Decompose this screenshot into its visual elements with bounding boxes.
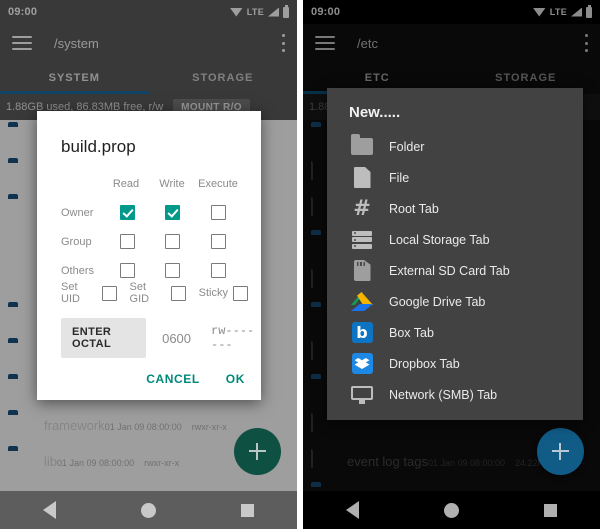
menu-item-google-drive-tab[interactable]: Google Drive Tab — [327, 286, 583, 317]
permission-row-owner: Owner — [61, 198, 241, 227]
checkbox-set-uid[interactable] — [102, 285, 117, 301]
home-icon[interactable] — [140, 502, 156, 518]
set-uid-label: Set UID — [61, 281, 80, 305]
set-gid-group: Set GID — [130, 281, 191, 305]
menu-item-dropbox-tab[interactable]: Dropbox Tab — [327, 348, 583, 379]
menu-item-label: Folder — [389, 139, 425, 154]
file-icon — [349, 166, 375, 190]
network-smb-icon — [349, 383, 375, 407]
recents-icon[interactable] — [241, 503, 255, 517]
menu-item-local-storage-tab[interactable]: Local Storage Tab — [327, 224, 583, 255]
checkbox-owner-execute[interactable] — [210, 205, 226, 220]
row-label-others: Others — [61, 264, 95, 277]
column-header-write: Write — [159, 177, 185, 190]
nav-bar — [0, 491, 297, 529]
new-menu-title: New..... — [349, 104, 401, 121]
menu-item-external-sd-card-tab[interactable]: External SD Card Tab — [327, 255, 583, 286]
left-phone-panel: 09:00 LTE /system SYSTEM STORAGE 1.88GB … — [0, 0, 297, 529]
dialog-title: build.prop — [61, 137, 136, 156]
nav-bar — [303, 491, 600, 529]
screenshot-stage: 09:00 LTE /system SYSTEM STORAGE 1.88GB … — [0, 0, 600, 529]
menu-item-label: Local Storage Tab — [389, 232, 490, 247]
new-menu: New..... Folder File # Root Tab Local St… — [327, 88, 583, 420]
add-fab[interactable] — [234, 428, 281, 475]
symbolic-value: rw------- — [211, 324, 255, 352]
checkbox-owner-write[interactable] — [165, 205, 181, 220]
column-header-execute: Execute — [198, 177, 238, 190]
hash-icon: # — [353, 196, 371, 220]
menu-item-label: Dropbox Tab — [389, 356, 460, 371]
plus-icon — [249, 443, 266, 460]
storage-icon — [349, 228, 375, 252]
box-icon: b — [349, 321, 375, 345]
menu-item-network-smb-tab[interactable]: Network (SMB) Tab — [327, 379, 583, 410]
recents-icon[interactable] — [544, 503, 558, 517]
menu-item-label: File — [389, 170, 410, 185]
special-bits-row: Set UID Set GID Sticky — [61, 281, 261, 305]
sticky-label: Sticky — [198, 287, 228, 299]
ok-button[interactable]: OK — [226, 372, 245, 386]
plus-icon — [552, 443, 569, 460]
menu-item-file[interactable]: File — [327, 162, 583, 193]
cancel-button[interactable]: CANCEL — [146, 372, 200, 386]
permission-grid: Read Write Execute Owner Group Others — [61, 169, 241, 285]
menu-item-box-tab[interactable]: b Box Tab — [327, 317, 583, 348]
menu-item-label: External SD Card Tab — [389, 263, 510, 278]
octal-value: 0600 — [162, 330, 192, 346]
column-header-read: Read — [112, 177, 140, 190]
checkbox-set-gid[interactable] — [171, 285, 186, 301]
add-fab[interactable] — [537, 428, 584, 475]
set-uid-group: Set UID — [61, 281, 122, 305]
menu-item-root-tab[interactable]: # Root Tab — [327, 193, 583, 224]
set-gid-label: Set GID — [129, 281, 150, 305]
checkbox-group-read[interactable] — [119, 234, 135, 249]
menu-item-folder[interactable]: Folder — [327, 131, 583, 162]
back-icon[interactable] — [345, 501, 359, 519]
sd-card-icon — [349, 259, 375, 283]
google-drive-icon — [349, 290, 375, 314]
permissions-dialog: build.prop Read Write Execute Owner Grou… — [37, 111, 261, 400]
home-icon[interactable] — [443, 502, 459, 518]
menu-item-label: Root Tab — [389, 201, 439, 216]
row-label-owner: Owner — [61, 206, 94, 219]
dropbox-icon — [349, 352, 375, 376]
sticky-group: Sticky — [198, 285, 253, 301]
checkbox-sticky[interactable] — [233, 285, 248, 301]
row-label-group: Group — [61, 235, 92, 248]
menu-item-label: Google Drive Tab — [389, 294, 486, 309]
dialog-actions: CANCEL OK — [146, 372, 245, 386]
permission-row-group: Group — [61, 227, 241, 256]
checkbox-group-write[interactable] — [165, 234, 181, 249]
permission-header-row: Read Write Execute — [61, 169, 241, 198]
checkbox-others-execute[interactable] — [210, 263, 226, 278]
checkbox-owner-read[interactable] — [119, 205, 135, 220]
checkbox-others-read[interactable] — [119, 263, 135, 278]
checkbox-group-execute[interactable] — [210, 234, 226, 249]
back-icon[interactable] — [42, 501, 56, 519]
enter-octal-button[interactable]: ENTER OCTAL — [61, 318, 147, 358]
octal-row: ENTER OCTAL 0600 rw------- — [61, 318, 261, 358]
folder-icon — [349, 134, 375, 159]
menu-item-label: Network (SMB) Tab — [389, 387, 498, 402]
right-phone-panel: 09:00 LTE /etc ETC STORAGE 1.88 event lo… — [303, 0, 600, 529]
menu-item-label: Box Tab — [389, 325, 434, 340]
checkbox-others-write[interactable] — [165, 263, 181, 278]
